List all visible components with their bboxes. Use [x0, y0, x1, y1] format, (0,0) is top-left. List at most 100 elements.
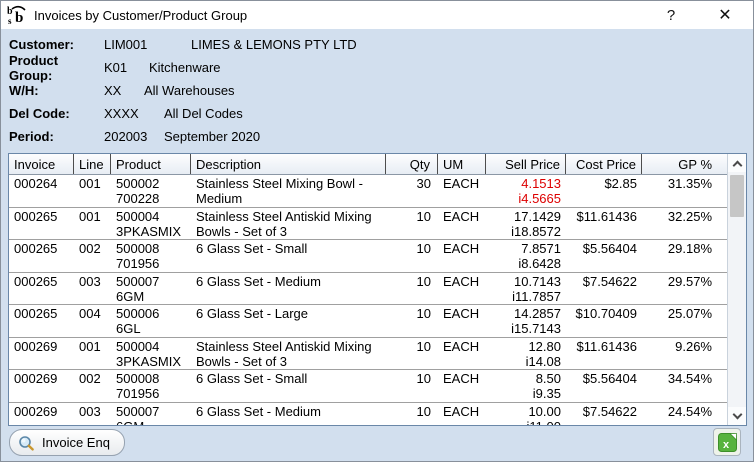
cell-description: 6 Glass Set - Medium	[191, 273, 386, 305]
column-header-line[interactable]: Line	[74, 154, 111, 174]
cell-cost: $5.56404	[566, 370, 642, 402]
cell-description: Stainless Steel Mixing Bowl -Medium	[191, 175, 386, 207]
filter-label: Period:	[9, 129, 104, 144]
cell-line: 002	[74, 370, 111, 402]
app-logo-icon: b s b	[7, 5, 27, 25]
column-header-sell[interactable]: Sell Price	[486, 154, 566, 174]
close-button[interactable]: ✕	[703, 1, 747, 29]
cell-qty: 10	[386, 403, 438, 426]
cell-product: 5000066GL	[111, 305, 191, 337]
cell-sell: 14.2857i15.7143	[486, 305, 566, 337]
cell-gp: 24.54%	[642, 403, 725, 426]
cell-sell: 10.00i11.00	[486, 403, 566, 426]
chevron-up-icon	[732, 160, 742, 170]
cell-line: 001	[74, 208, 111, 240]
cell-gp: 31.35%	[642, 175, 725, 207]
filter-row: Product Group:K01Kitchenware	[9, 56, 745, 79]
column-header-cost[interactable]: Cost Price	[566, 154, 642, 174]
table-row[interactable]: 0002650035000076GM6 Glass Set - Medium10…	[9, 273, 727, 306]
cell-sell: 17.1429i18.8572	[486, 208, 566, 240]
table-row[interactable]: 0002690035000076GM6 Glass Set - Medium10…	[9, 403, 727, 426]
cell-invoice: 000264	[9, 175, 74, 207]
cell-sell: 4.1513i4.5665	[486, 175, 566, 207]
column-header-gp[interactable]: GP %	[642, 154, 725, 174]
invoice-grid: InvoiceLineProductDescriptionQtyUMSell P…	[8, 153, 747, 426]
cell-um: EACH	[438, 208, 486, 240]
filter-description: LIMES & LEMONS PTY LTD	[191, 37, 357, 52]
cell-invoice: 000265	[9, 273, 74, 305]
filter-row: Del Code:XXXXAll Del Codes	[9, 102, 745, 125]
cell-um: EACH	[438, 338, 486, 370]
cell-um: EACH	[438, 175, 486, 207]
cell-cost: $2.85	[566, 175, 642, 207]
table-row[interactable]: 0002650045000066GL6 Glass Set - Large10E…	[9, 305, 727, 338]
cell-um: EACH	[438, 273, 486, 305]
scrollbar-thumb[interactable]	[730, 175, 744, 217]
cell-um: EACH	[438, 240, 486, 272]
cell-invoice: 000269	[9, 338, 74, 370]
column-header-qty[interactable]: Qty	[386, 154, 438, 174]
scrollbar-track[interactable]	[728, 172, 746, 407]
cell-sell: 12.80i14.08	[486, 338, 566, 370]
table-row[interactable]: 000264001500002700228Stainless Steel Mix…	[9, 175, 727, 208]
filter-code: 202003	[104, 129, 164, 144]
cell-line: 001	[74, 175, 111, 207]
table-row[interactable]: 0002690015000043PKASMIXStainless Steel A…	[9, 338, 727, 371]
help-button[interactable]: ?	[649, 1, 693, 29]
cell-description: 6 Glass Set - Medium	[191, 403, 386, 426]
table-row[interactable]: 0002650015000043PKASMIXStainless Steel A…	[9, 208, 727, 241]
cell-qty: 10	[386, 208, 438, 240]
cell-qty: 10	[386, 273, 438, 305]
cell-um: EACH	[438, 403, 486, 426]
filter-label: W/H:	[9, 83, 104, 98]
column-header-um[interactable]: UM	[438, 154, 486, 174]
filter-code: XX	[104, 83, 144, 98]
cell-line: 004	[74, 305, 111, 337]
cell-qty: 30	[386, 175, 438, 207]
column-header-product[interactable]: Product	[111, 154, 191, 174]
cell-sell: 7.8571i8.6428	[486, 240, 566, 272]
filter-label: Product Group:	[9, 53, 104, 83]
export-excel-button[interactable]: x	[713, 428, 741, 456]
chevron-down-icon	[732, 410, 742, 420]
column-header-invoice[interactable]: Invoice	[9, 154, 74, 174]
vertical-scrollbar[interactable]	[727, 154, 746, 425]
cell-invoice: 000265	[9, 305, 74, 337]
cell-sell: 8.50i9.35	[486, 370, 566, 402]
cell-gp: 29.18%	[642, 240, 725, 272]
filter-row: W/H:XXAll Warehouses	[9, 79, 745, 102]
invoice-enq-button[interactable]: Invoice Enq	[9, 429, 125, 456]
cell-qty: 10	[386, 240, 438, 272]
filter-description: Kitchenware	[149, 60, 221, 75]
cell-product: 500008701956	[111, 370, 191, 402]
cell-description: 6 Glass Set - Large	[191, 305, 386, 337]
excel-icon: x	[718, 433, 737, 452]
cell-product: 5000043PKASMIX	[111, 338, 191, 370]
window-title: Invoices by Customer/Product Group	[34, 8, 247, 23]
scroll-up-button[interactable]	[728, 154, 746, 172]
cell-description: Stainless Steel Antiskid MixingBowls - S…	[191, 208, 386, 240]
column-header-description[interactable]: Description	[191, 154, 386, 174]
table-row[interactable]: 0002690025000087019566 Glass Set - Small…	[9, 370, 727, 403]
filter-description: All Del Codes	[164, 106, 243, 121]
svg-text:x: x	[723, 439, 730, 451]
cell-description: 6 Glass Set - Small	[191, 240, 386, 272]
filter-description: All Warehouses	[144, 83, 235, 98]
scroll-down-button[interactable]	[728, 407, 746, 425]
cell-product: 500002700228	[111, 175, 191, 207]
grid-header-row: InvoiceLineProductDescriptionQtyUMSell P…	[9, 154, 727, 175]
cell-qty: 10	[386, 370, 438, 402]
cell-invoice: 000269	[9, 370, 74, 402]
filter-description: September 2020	[164, 129, 260, 144]
cell-gp: 32.25%	[642, 208, 725, 240]
cell-cost: $11.61436	[566, 338, 642, 370]
title-bar[interactable]: b s b Invoices by Customer/Product Group…	[1, 1, 753, 29]
filter-code: LIM001	[104, 37, 191, 52]
cell-invoice: 000265	[9, 240, 74, 272]
cell-cost: $10.70409	[566, 305, 642, 337]
cell-line: 003	[74, 403, 111, 426]
cell-gp: 34.54%	[642, 370, 725, 402]
cell-cost: $11.61436	[566, 208, 642, 240]
table-row[interactable]: 0002650025000087019566 Glass Set - Small…	[9, 240, 727, 273]
cell-cost: $7.54622	[566, 403, 642, 426]
